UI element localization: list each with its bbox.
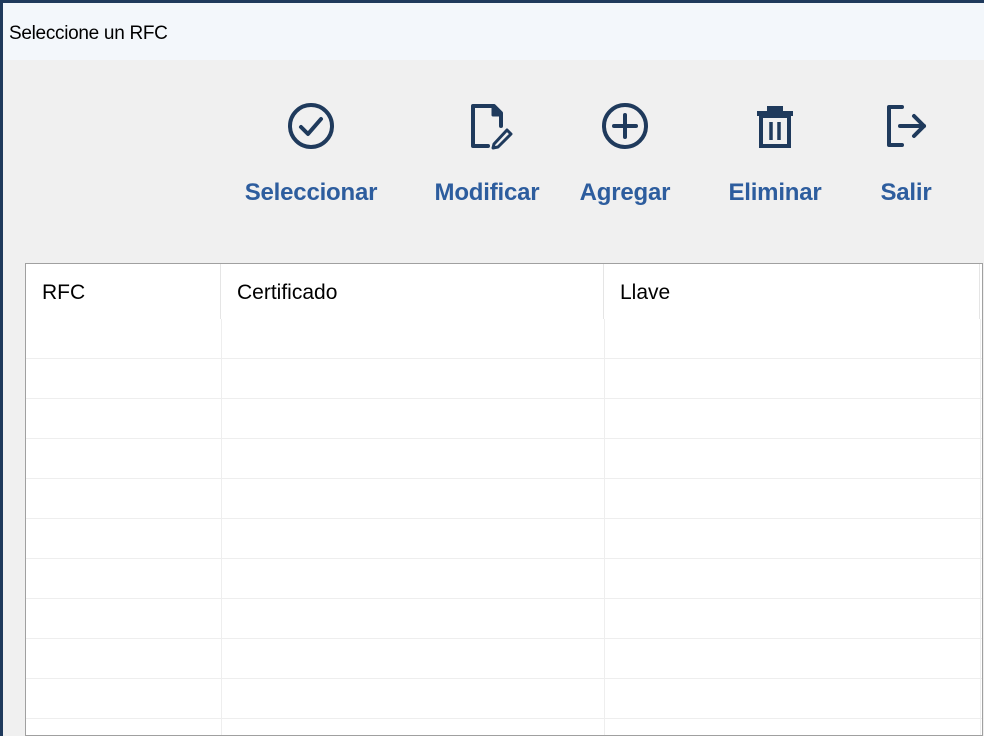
empty-grid-cell <box>26 479 222 519</box>
empty-grid-row <box>26 719 982 735</box>
plus-circle-icon <box>602 103 648 149</box>
empty-grid-cell <box>26 319 222 359</box>
empty-grid-cell <box>605 559 981 599</box>
empty-grid-cell <box>222 319 605 359</box>
empty-grid-cell <box>605 519 981 559</box>
seleccionar-button[interactable]: Seleccionar <box>225 100 397 240</box>
rfc-grid[interactable]: RFC Certificado Llave <box>25 263 983 736</box>
empty-grid-row <box>26 439 982 479</box>
empty-grid-row <box>26 399 982 439</box>
empty-grid-row <box>26 639 982 679</box>
empty-grid-cell <box>222 359 605 399</box>
empty-grid-row <box>26 519 982 559</box>
empty-grid-cell <box>26 439 222 479</box>
empty-grid-row <box>26 479 982 519</box>
eliminar-label: Eliminar <box>728 179 822 206</box>
empty-grid-row <box>26 359 982 399</box>
toolbar: Seleccionar Modificar Agregar Eliminar S… <box>3 60 984 260</box>
agregar-label: Agregar <box>579 179 671 206</box>
window-title: Seleccione un RFC <box>9 23 168 44</box>
seleccionar-label: Seleccionar <box>244 179 378 206</box>
empty-grid-cell <box>605 599 981 639</box>
document-edit-icon <box>471 104 513 150</box>
modificar-button[interactable]: Modificar <box>417 100 557 240</box>
empty-grid-cell <box>222 719 605 735</box>
empty-grid-cell <box>222 639 605 679</box>
empty-grid-cell <box>605 639 981 679</box>
empty-grid-cell <box>605 359 981 399</box>
empty-grid-cell <box>222 519 605 559</box>
empty-grid-cell <box>605 719 981 735</box>
empty-grid-cell <box>605 479 981 519</box>
empty-grid-cell <box>26 679 222 719</box>
salir-button[interactable]: Salir <box>861 100 951 240</box>
column-header-certificado[interactable]: Certificado <box>221 264 604 319</box>
empty-grid-cell <box>26 559 222 599</box>
empty-grid-cell <box>26 359 222 399</box>
empty-grid-cell <box>605 399 981 439</box>
empty-grid-row <box>26 679 982 719</box>
empty-grid-cell <box>222 479 605 519</box>
empty-grid-row <box>26 599 982 639</box>
title-bar: Seleccione un RFC <box>3 3 984 60</box>
empty-grid-cell <box>222 679 605 719</box>
empty-grid-cell <box>26 719 222 735</box>
empty-grid-cell <box>26 599 222 639</box>
empty-grid-cell <box>222 439 605 479</box>
exit-icon <box>887 105 926 147</box>
empty-grid-cell <box>26 399 222 439</box>
column-header-llave[interactable]: Llave <box>604 264 980 319</box>
eliminar-button[interactable]: Eliminar <box>711 100 839 240</box>
column-header-rfc[interactable]: RFC <box>26 264 221 319</box>
modificar-label: Modificar <box>434 179 540 206</box>
empty-grid-cell <box>222 599 605 639</box>
empty-grid-cell <box>605 679 981 719</box>
empty-grid-cell <box>605 319 981 359</box>
trash-icon <box>757 106 793 148</box>
rfc-selection-window: Seleccione un RFC Seleccionar Modificar <box>0 0 984 736</box>
salir-label: Salir <box>880 179 932 206</box>
empty-grid-cell <box>222 559 605 599</box>
check-circle-icon <box>288 103 334 149</box>
empty-grid-row <box>26 319 982 359</box>
empty-grid-row <box>26 559 982 599</box>
grid-header: RFC Certificado Llave <box>26 264 982 319</box>
empty-grid-cell <box>222 399 605 439</box>
empty-grid-cell <box>26 519 222 559</box>
empty-grid-cell <box>26 639 222 679</box>
agregar-button[interactable]: Agregar <box>563 100 687 240</box>
empty-grid-cell <box>605 439 981 479</box>
